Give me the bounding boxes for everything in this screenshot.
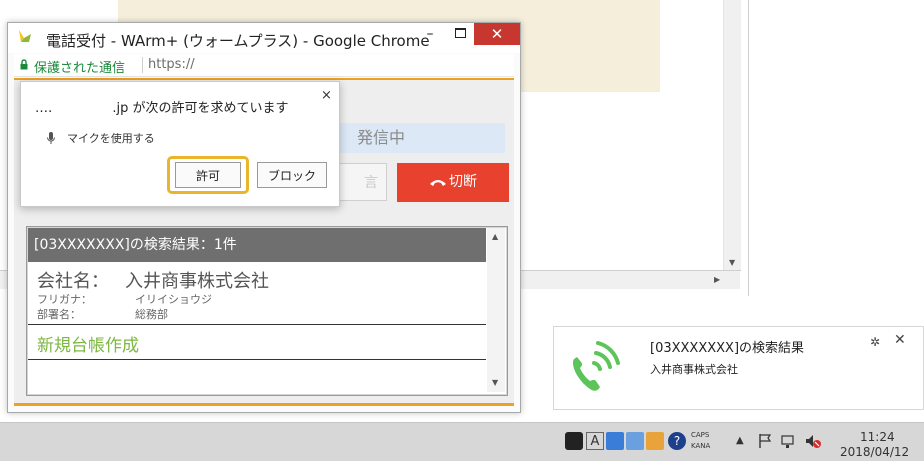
company-label: 会社名： [37,271,109,292]
results-header: [03XXXXXXX]の検索結果：1件 [28,228,486,262]
network-icon[interactable] [780,432,798,450]
maximize-icon [454,28,466,38]
block-button[interactable]: ブロック [257,162,327,188]
chrome-window: 電話受付 - WArm+ (ウォームプラス) - Google Chrome –… [7,22,521,413]
allow-button[interactable]: 許可 [175,162,241,188]
title-bar[interactable]: 電話受付 - WArm+ (ウォームプラス) - Google Chrome –… [8,23,520,53]
show-hidden-icons-chevron-icon[interactable]: ▲ [736,432,754,450]
app-icon [19,30,31,42]
tray-app-icon[interactable] [626,432,644,450]
kana-label: フリガナ： [37,293,92,306]
bottom-accent-bar [14,403,514,406]
new-ledger-link[interactable]: 新規台帳作成 [37,331,139,356]
maximize-button[interactable] [448,23,472,45]
url-text[interactable]: https:// [148,57,195,72]
help-icon[interactable]: ? [668,432,686,450]
kana-row: フリガナ： イリイショウジ [37,291,212,307]
minimize-button[interactable]: – [418,23,442,45]
divider [28,359,486,360]
clock-date[interactable]: 2018/04/12 [840,445,909,459]
company-value: 入井商事株式会社 [125,271,269,292]
notification-subtitle: 入井商事株式会社 [650,363,738,376]
close-popup-button[interactable]: × [321,88,332,103]
company-row[interactable]: 会社名： 入井商事株式会社 [37,267,269,293]
address-separator [142,57,143,73]
scroll-up-arrow-icon[interactable]: ▲ [492,232,498,241]
settings-gear-icon[interactable]: ✲ [870,335,880,349]
divider [28,324,486,325]
taskbar: A ? CAPS KANA ▲ 11:24 2018/04/12 [0,422,924,461]
permission-item-label: マイクを使用する [67,132,155,145]
phone-ringing-icon [572,341,620,391]
permission-request-text: .jp が次の許可を求めています [112,101,289,116]
ime-mode-icon[interactable]: A [586,432,604,450]
permission-popup: …․ .jp が次の許可を求めています × マイクを使用する 許可 ブロック [20,81,340,207]
department-value: 総務部 [135,308,168,321]
results-scrollbar[interactable]: ▲ ▼ [487,228,505,392]
kana-indicator: KANA [691,442,711,450]
hangup-label: 切断 [449,174,477,190]
tray-app-icon[interactable] [606,432,624,450]
close-window-button[interactable]: ✕ [474,23,520,45]
microphone-icon [47,132,55,144]
action-center-flag-icon[interactable] [756,432,774,450]
address-bar[interactable]: 保護された通信 https:// [14,54,514,77]
kana-value: イリイショウジ [135,293,212,306]
hangup-button[interactable]: 切断 [397,163,509,202]
department-label: 部署名： [37,308,81,321]
phone-hangup-icon [430,180,446,186]
scroll-down-arrow-icon[interactable]: ▼ [492,378,498,387]
caps-indicator: CAPS [691,431,710,439]
lock-icon [20,59,28,70]
notification-toast[interactable]: [03XXXXXXX]の検索結果 入井商事株式会社 ✲ ✕ [553,326,924,410]
scroll-right-arrow-icon[interactable]: ▶ [714,275,720,284]
tray-app-icon[interactable] [565,432,583,450]
window-title: 電話受付 - WArm+ (ウォームプラス) - Google Chrome [46,32,430,50]
scroll-down-arrow-icon[interactable]: ▼ [729,258,735,267]
notification-close-button[interactable]: ✕ [894,332,906,348]
requesting-domain: …․ [35,101,53,116]
notification-title: [03XXXXXXX]の検索結果 [650,341,805,356]
search-results-panel: [03XXXXXXX]の検索結果：1件 会社名： 入井商事株式会社 フリガナ： イ… [26,226,508,396]
background-vertical-scrollbar[interactable]: ▼ [723,0,741,270]
permission-message: …․ .jp が次の許可を求めています [35,97,289,116]
volume-muted-icon[interactable] [804,432,822,450]
secure-connection-label[interactable]: 保護された通信 [34,57,125,76]
clock-time[interactable]: 11:24 [860,430,895,444]
department-row: 部署名： 総務部 [37,306,168,322]
tray-app-icon[interactable] [646,432,664,450]
